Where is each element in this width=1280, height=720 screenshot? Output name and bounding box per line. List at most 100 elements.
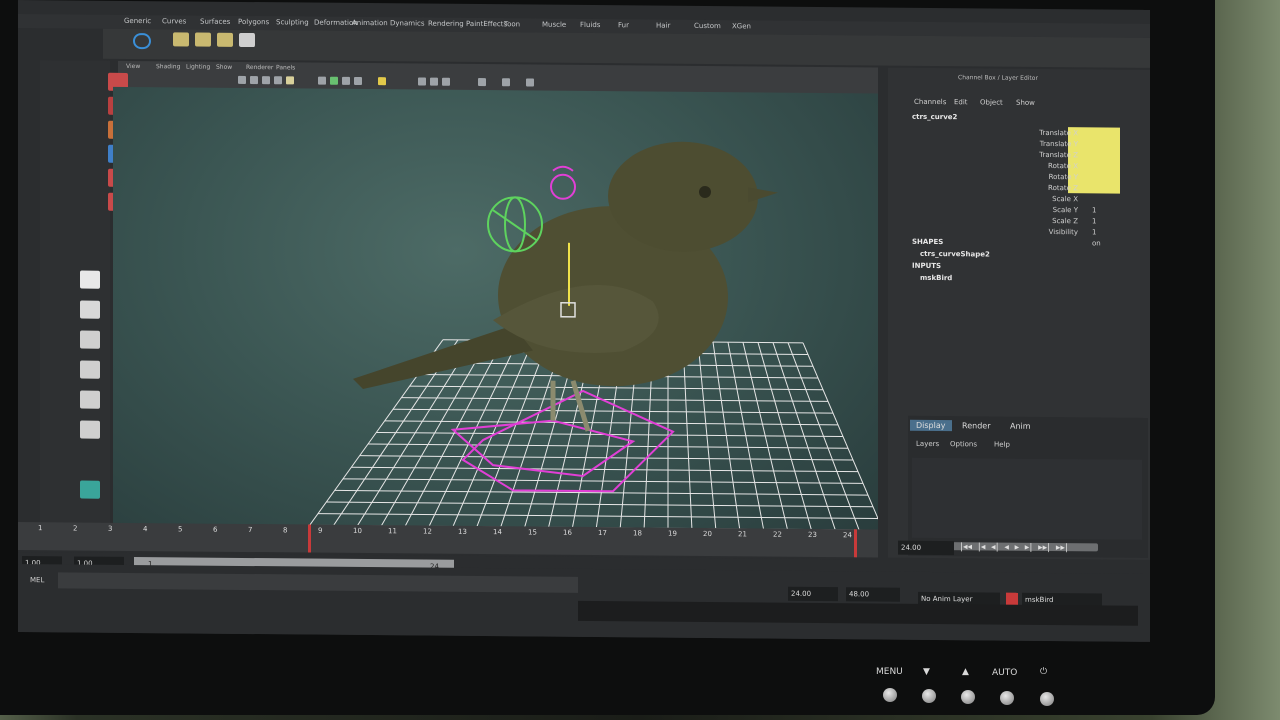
input-node[interactable]: mskBird [920, 274, 952, 282]
scale-y-value[interactable]: 1 [1092, 217, 1096, 225]
visibility-value[interactable]: on [1092, 239, 1101, 247]
current-frame-field[interactable]: 24.00 [898, 540, 954, 556]
menu-help[interactable]: Help [994, 441, 1010, 449]
curve-tool-icon[interactable] [133, 33, 151, 50]
menu-layers[interactable]: Layers [916, 440, 939, 448]
scale-x-value[interactable]: 1 [1092, 206, 1096, 214]
layer-list[interactable] [912, 457, 1142, 540]
channel-attribute[interactable]: Translate Y [1040, 140, 1078, 148]
scale-z-value[interactable]: 1 [1092, 228, 1096, 236]
toolbar-icon[interactable] [238, 75, 246, 84]
menu-set-item[interactable]: PaintEffects [466, 20, 507, 28]
power-button[interactable] [1040, 692, 1054, 706]
menu-edit[interactable]: Edit [954, 98, 968, 106]
channel-attribute[interactable]: Scale X [1052, 195, 1078, 203]
channel-attribute[interactable]: Scale Z [1052, 217, 1078, 225]
up-button[interactable] [961, 690, 975, 704]
down-button[interactable] [922, 689, 936, 703]
menu-channels[interactable]: Channels [914, 98, 946, 106]
menu-set-item[interactable]: Animation [352, 19, 388, 27]
toolbar-icon[interactable] [342, 76, 350, 85]
playback-end-field[interactable]: 48.00 [846, 587, 900, 602]
toolbar-icon[interactable] [318, 76, 326, 85]
layout-four-icon[interactable] [80, 300, 100, 319]
toolbar-icon[interactable] [526, 78, 534, 87]
layout-icon[interactable] [80, 420, 100, 439]
layout-icon[interactable] [80, 390, 100, 409]
time-marker[interactable] [308, 524, 311, 553]
menu-set-item[interactable]: Fluids [580, 21, 600, 29]
menu-button[interactable] [883, 688, 897, 702]
menu-set-item[interactable]: Polygons [238, 18, 269, 26]
shapes-header: SHAPES [912, 237, 944, 247]
channel-attribute[interactable]: Scale Y [1053, 206, 1078, 214]
menu-set-item[interactable]: XGen [732, 22, 751, 30]
channel-attribute[interactable]: Translate Z [1039, 151, 1078, 159]
panel-menu-item[interactable]: Lighting [186, 63, 210, 70]
panel-menu-item[interactable]: Panels [276, 64, 295, 71]
command-line[interactable] [58, 572, 578, 593]
selected-object-name[interactable]: ctrs_curve2 [912, 113, 957, 121]
shape-node[interactable]: ctrs_curveShape2 [920, 250, 990, 259]
menu-set-item[interactable]: Curves [162, 17, 186, 25]
layout-icon[interactable] [80, 330, 100, 349]
panel-menu-item[interactable]: View [126, 63, 140, 70]
menu-set-item[interactable]: Muscle [542, 21, 566, 29]
shelf-icon[interactable] [239, 32, 255, 48]
toolbar-icon[interactable] [286, 76, 294, 85]
menu-set-item[interactable]: Custom [694, 22, 721, 30]
tab-anim[interactable]: Anim [1004, 421, 1037, 432]
menu-show[interactable]: Show [1016, 99, 1035, 107]
menu-set-item[interactable]: Hair [656, 22, 670, 30]
channel-attribute[interactable]: Rotate X [1048, 162, 1078, 170]
toolbar-icon[interactable] [330, 76, 338, 85]
panel-menu-item[interactable]: Show [216, 64, 232, 71]
channel-attribute[interactable]: Rotate Z [1048, 184, 1078, 192]
end-time-field[interactable]: 24.00 [788, 586, 838, 602]
shelf-icon[interactable] [173, 32, 189, 47]
head-control[interactable] [487, 196, 543, 253]
channel-attribute[interactable]: Visibility [1049, 228, 1078, 236]
menu-set-item[interactable]: Toon [504, 20, 520, 28]
menu-set-item[interactable]: Generic [124, 17, 151, 25]
auto-label: AUTO [992, 668, 1018, 678]
toolbar-icon[interactable] [274, 76, 282, 85]
frame-tick: 2 [73, 524, 78, 533]
frame-tick: 10 [353, 526, 362, 536]
shelf-icon[interactable] [195, 32, 211, 47]
toolbar-icon[interactable] [262, 76, 270, 85]
toolbar-icon[interactable] [250, 76, 258, 85]
toolbar-icon[interactable] [478, 78, 486, 87]
panel-menu-item[interactable]: Renderer [246, 64, 273, 71]
toolbar-icon[interactable] [502, 78, 510, 87]
menu-set-item[interactable]: Rendering [428, 20, 464, 28]
auto-button[interactable] [1000, 691, 1014, 705]
toolbar-icon[interactable] [418, 77, 426, 86]
frame-tick: 17 [598, 529, 607, 538]
channel-attribute[interactable]: Rotate Y [1049, 173, 1078, 181]
panel-menu-item[interactable]: Shading [156, 63, 180, 70]
layout-icon[interactable] [80, 360, 100, 379]
menu-set-item[interactable]: Sculpting [276, 18, 309, 26]
channel-attribute[interactable]: Translate X [1039, 129, 1078, 137]
workspace-icon[interactable] [80, 480, 100, 499]
shelf-icon[interactable] [217, 32, 233, 47]
maya-window: Generic Curves Surfaces Polygons Sculpting De… [18, 0, 1150, 642]
light-icon[interactable] [378, 77, 386, 86]
end-marker[interactable] [854, 529, 857, 558]
menu-set-item[interactable]: Dynamics [390, 19, 425, 27]
frame-tick: 8 [283, 526, 288, 535]
toolbar-icon[interactable] [430, 77, 438, 86]
tab-display[interactable]: Display [910, 419, 952, 432]
toolbar-icon[interactable] [442, 77, 450, 86]
playback-controls[interactable]: |◂◂ |◂ ◂| ◂ ▸ ▸| ▸▸| ▸▸| [960, 542, 1068, 553]
menu-set-item[interactable]: Fur [618, 21, 629, 29]
frame-tick: 16 [563, 528, 572, 537]
layout-single-icon[interactable] [80, 270, 100, 289]
menu-object[interactable]: Object [980, 98, 1003, 106]
3d-viewport[interactable] [113, 86, 878, 554]
tab-render[interactable]: Render [956, 420, 996, 431]
menu-set-item[interactable]: Surfaces [200, 18, 230, 26]
toolbar-icon[interactable] [354, 76, 362, 86]
menu-options[interactable]: Options [950, 440, 977, 448]
